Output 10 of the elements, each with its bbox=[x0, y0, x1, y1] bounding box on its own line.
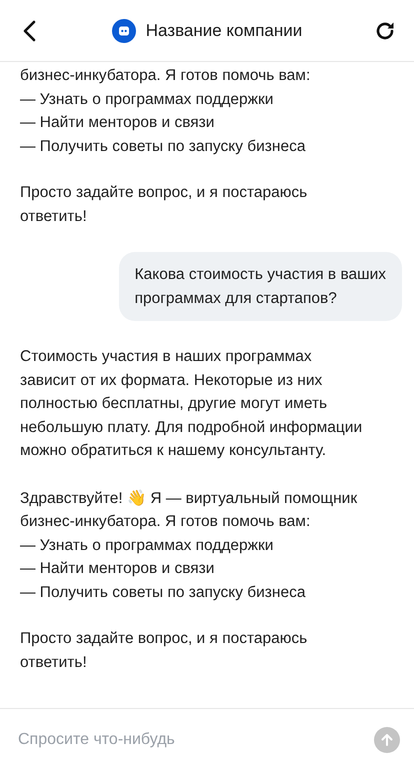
bot-avatar-icon bbox=[112, 18, 136, 42]
bot-message-text: Здравствуйте! 👋 Я — виртуальный помощник бизнес-инкубатора. Я готов помочь вам: — Узнать о программах поддержки — Найти менторов и связи — Получить советы по запуску бизнеса bbox=[20, 488, 358, 602]
company-title: Название компании bbox=[146, 20, 302, 40]
bot-message-text: Стоимость участия в наших программах зависит от их формата. Некоторые из них полностью бесплатны, другие могут иметь небольшую плату. Для подробной информации можно обратиться к нашему консультанту. bbox=[20, 347, 364, 461]
user-message-text: Какова стоимость участия в ваших программах для стартапов? bbox=[134, 265, 386, 308]
message-input-field[interactable]: Спросите что-нибудь bbox=[16, 730, 374, 750]
bot-message-text: Просто задайте вопрос, и я постараюсь ответить! bbox=[20, 183, 308, 226]
arrow-up-icon bbox=[380, 732, 394, 746]
bot-message-text: Просто задайте вопрос, и я постараюсь ответить! bbox=[20, 629, 308, 672]
bot-message-text: бизнес-инкубатора. Я готов помочь вам: — Узнать о программах поддержки — Найти менторов и связи — Получить советы по запуску бизнеса bbox=[20, 66, 312, 156]
